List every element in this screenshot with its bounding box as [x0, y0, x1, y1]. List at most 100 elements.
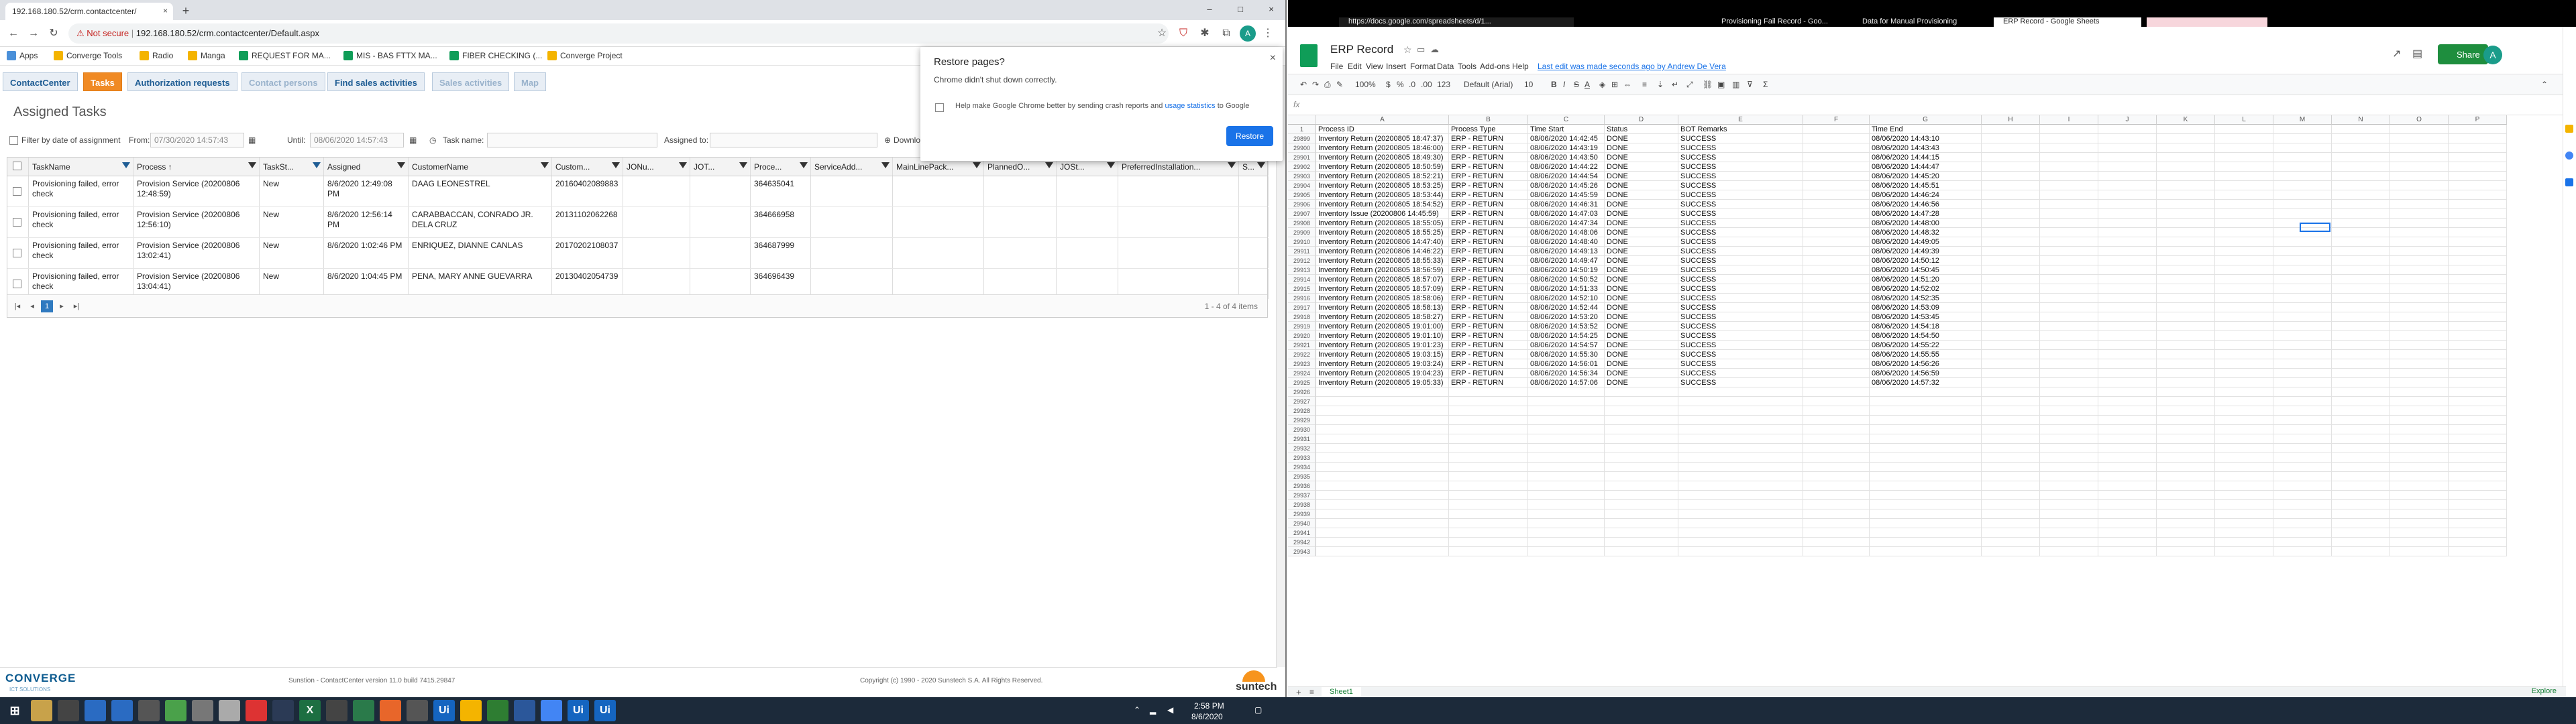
- sheet-cell[interactable]: [1605, 519, 1678, 528]
- sheet-cell[interactable]: 08/06/2020 14:43:50: [1528, 153, 1605, 162]
- sheet-cell[interactable]: [2040, 350, 2098, 359]
- move-folder-icon[interactable]: ▭: [1417, 44, 1425, 55]
- sheet-cell[interactable]: DONE: [1605, 190, 1678, 200]
- sheet-cell[interactable]: [1528, 434, 1605, 444]
- sheet-cell[interactable]: DONE: [1605, 162, 1678, 172]
- sheet-cell[interactable]: [2390, 162, 2449, 172]
- tab-close-icon[interactable]: ×: [163, 6, 168, 15]
- sheet-cell[interactable]: [2157, 378, 2215, 387]
- sheet-cell[interactable]: [2040, 416, 2098, 425]
- sheet-cell[interactable]: [2332, 416, 2390, 425]
- sheet-cell[interactable]: [2040, 153, 2098, 162]
- sheet-cell[interactable]: [1678, 406, 1803, 416]
- windows-start-icon[interactable]: ⊞: [4, 700, 25, 721]
- sheet-cell[interactable]: [2390, 172, 2449, 181]
- sheet-cell[interactable]: [2098, 228, 2157, 237]
- sheet-cell[interactable]: [1982, 219, 2040, 228]
- sheet-cell[interactable]: [2215, 153, 2273, 162]
- column-header[interactable]: N: [2332, 115, 2390, 125]
- sheet-cell[interactable]: [1803, 453, 1870, 463]
- sheet-cell[interactable]: [1982, 162, 2040, 172]
- sheet-cell[interactable]: Inventory Return (20200805 18:58:27): [1316, 312, 1449, 322]
- sheet-cell[interactable]: [2332, 294, 2390, 303]
- sheet-cell[interactable]: 08/06/2020 14:56:26: [1870, 359, 1982, 369]
- sheet-cell[interactable]: [2040, 509, 2098, 519]
- sheet-cell[interactable]: [2040, 237, 2098, 247]
- sheet-cell[interactable]: [2390, 190, 2449, 200]
- column-header[interactable]: M: [2273, 115, 2332, 125]
- sheet-cell[interactable]: [2098, 200, 2157, 209]
- sheet-cell[interactable]: [2040, 538, 2098, 547]
- row-header[interactable]: 29943: [1288, 547, 1316, 556]
- sheet-cell[interactable]: [2449, 143, 2507, 153]
- sheet-cell[interactable]: ERP - RETURN: [1449, 331, 1528, 341]
- sheet-cell[interactable]: [2157, 387, 2215, 397]
- sheet-cell[interactable]: [2040, 143, 2098, 153]
- row-header[interactable]: 29910: [1288, 237, 1316, 247]
- sheet-cell[interactable]: [1528, 406, 1605, 416]
- sheet-cell[interactable]: [2332, 359, 2390, 369]
- bookmark-item[interactable]: REQUEST FOR MA...: [239, 51, 331, 60]
- sheet-cell[interactable]: [1870, 519, 1982, 528]
- sheet-cell[interactable]: [2332, 547, 2390, 556]
- merge-icon[interactable]: ⇔: [1623, 80, 1631, 89]
- sheet-cell[interactable]: [2449, 434, 2507, 444]
- row-header[interactable]: 29899: [1288, 134, 1316, 143]
- row-header[interactable]: 29920: [1288, 331, 1316, 341]
- sheet-cell[interactable]: [1316, 519, 1449, 528]
- sheet-cell[interactable]: [2273, 387, 2332, 397]
- align-icon[interactable]: ≡: [1642, 80, 1647, 89]
- sheet-cell[interactable]: [1870, 453, 1982, 463]
- app-icon[interactable]: [380, 700, 401, 721]
- sheet-cell[interactable]: Inventory Return (20200805 18:56:59): [1316, 265, 1449, 275]
- sheet-cell[interactable]: [2273, 256, 2332, 265]
- row-header[interactable]: 29900: [1288, 143, 1316, 153]
- sheet-cell[interactable]: [2157, 237, 2215, 247]
- sheet-cell[interactable]: SUCCESS: [1678, 237, 1803, 247]
- sheet-cell[interactable]: [2215, 237, 2273, 247]
- sheet-cell[interactable]: [1449, 463, 1528, 472]
- sheet-cell[interactable]: [2332, 509, 2390, 519]
- until-date-input[interactable]: 08/06/2020 14:57:43: [310, 133, 404, 147]
- sheet-cell[interactable]: [2449, 181, 2507, 190]
- sheet-cell[interactable]: [2157, 397, 2215, 406]
- sheet-cell[interactable]: [2390, 275, 2449, 284]
- sheet-cell[interactable]: [2098, 453, 2157, 463]
- menu-insert[interactable]: Insert: [1386, 62, 1406, 71]
- sheet-cell[interactable]: [2215, 406, 2273, 416]
- app-icon[interactable]: [138, 700, 160, 721]
- network-icon[interactable]: ▂: [1150, 705, 1156, 715]
- sheet-cell[interactable]: [2157, 228, 2215, 237]
- row-header[interactable]: 29918: [1288, 312, 1316, 322]
- percent-button[interactable]: %: [1397, 80, 1404, 89]
- sheet-cell[interactable]: [2157, 256, 2215, 265]
- sheet-cell[interactable]: [1982, 519, 2040, 528]
- sheet-cell[interactable]: DONE: [1605, 200, 1678, 209]
- filter-icon[interactable]: [1257, 162, 1265, 168]
- sheet-cell[interactable]: [2390, 350, 2449, 359]
- sheet-cell[interactable]: [2449, 453, 2507, 463]
- sheet-cell[interactable]: [2449, 200, 2507, 209]
- sheet-cell[interactable]: [2390, 284, 2449, 294]
- sheet-cell[interactable]: [1449, 481, 1528, 491]
- sheet-cell[interactable]: [1803, 416, 1870, 425]
- menu-edit[interactable]: Edit: [1348, 62, 1362, 71]
- currency-button[interactable]: $: [1386, 80, 1391, 89]
- last-edit-link[interactable]: Last edit was made seconds ago by Andrew…: [1538, 62, 1726, 71]
- sheet-cell[interactable]: ERP - RETURN: [1449, 143, 1528, 153]
- menu-tools[interactable]: Tools: [1458, 62, 1477, 71]
- share-button[interactable]: Share: [2438, 44, 2488, 64]
- sheet-cell[interactable]: [2332, 200, 2390, 209]
- sheet-cell[interactable]: [2157, 190, 2215, 200]
- excel-icon[interactable]: X: [299, 700, 321, 721]
- sheet-cell[interactable]: [2332, 209, 2390, 219]
- browser-tab[interactable]: https://docs.google.com/spreadsheets/d/1…: [1339, 17, 1574, 27]
- sheet-cell[interactable]: [2215, 181, 2273, 190]
- sheet-cell[interactable]: SUCCESS: [1678, 181, 1803, 190]
- sheet-cell[interactable]: [1803, 275, 1870, 284]
- sheet-cell[interactable]: 08/06/2020 14:45:51: [1870, 181, 1982, 190]
- sheet-cell[interactable]: [2273, 425, 2332, 434]
- sheet-cell[interactable]: [1803, 359, 1870, 369]
- sheet-cell[interactable]: [2157, 284, 2215, 294]
- sheet-cell[interactable]: [2332, 303, 2390, 312]
